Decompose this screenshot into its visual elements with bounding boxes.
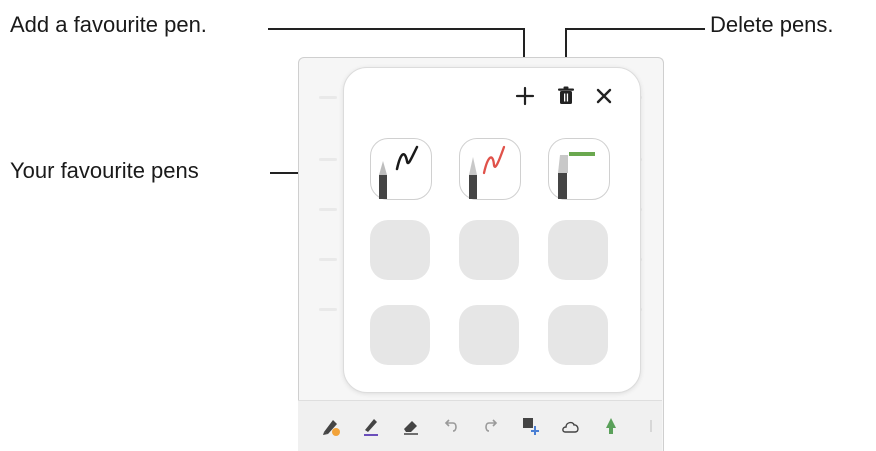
empty-pen-slot[interactable]: [370, 305, 430, 365]
empty-pen-slot[interactable]: [459, 220, 519, 280]
add-pen-leader: [268, 28, 524, 30]
close-icon[interactable]: [592, 84, 616, 108]
favourite-pen-slot[interactable]: [548, 138, 610, 200]
empty-pen-slot[interactable]: [459, 305, 519, 365]
empty-pen-slot[interactable]: [548, 305, 608, 365]
favourite-pen-slot[interactable]: [459, 138, 521, 200]
highlighter-pen-icon: [558, 152, 595, 199]
more-icon[interactable]: [640, 415, 662, 437]
plus-icon[interactable]: [513, 84, 537, 108]
delete-pens-callout: Delete pens.: [710, 12, 834, 37]
drawing-toolbar: [298, 400, 662, 451]
shape-icon[interactable]: [560, 415, 582, 437]
pen-mode-icon[interactable]: [320, 415, 342, 437]
empty-pen-slot[interactable]: [548, 220, 608, 280]
undo-icon[interactable]: [440, 415, 462, 437]
add-pen-callout: Add a favourite pen.: [10, 12, 207, 37]
tree-icon[interactable]: [600, 415, 622, 437]
eraser-icon[interactable]: [400, 415, 422, 437]
delete-pens-leader: [565, 28, 705, 30]
favourite-pen-slot[interactable]: [370, 138, 432, 200]
empty-pen-slot[interactable]: [370, 220, 430, 280]
insert-icon[interactable]: [520, 415, 542, 437]
marker-pen-icon: [469, 145, 506, 199]
trash-icon[interactable]: [554, 84, 578, 108]
pen-icon[interactable]: [360, 415, 382, 437]
favourite-pens-callout: Your favourite pens: [10, 158, 199, 183]
fountain-pen-icon: [379, 145, 419, 199]
redo-icon[interactable]: [480, 415, 502, 437]
